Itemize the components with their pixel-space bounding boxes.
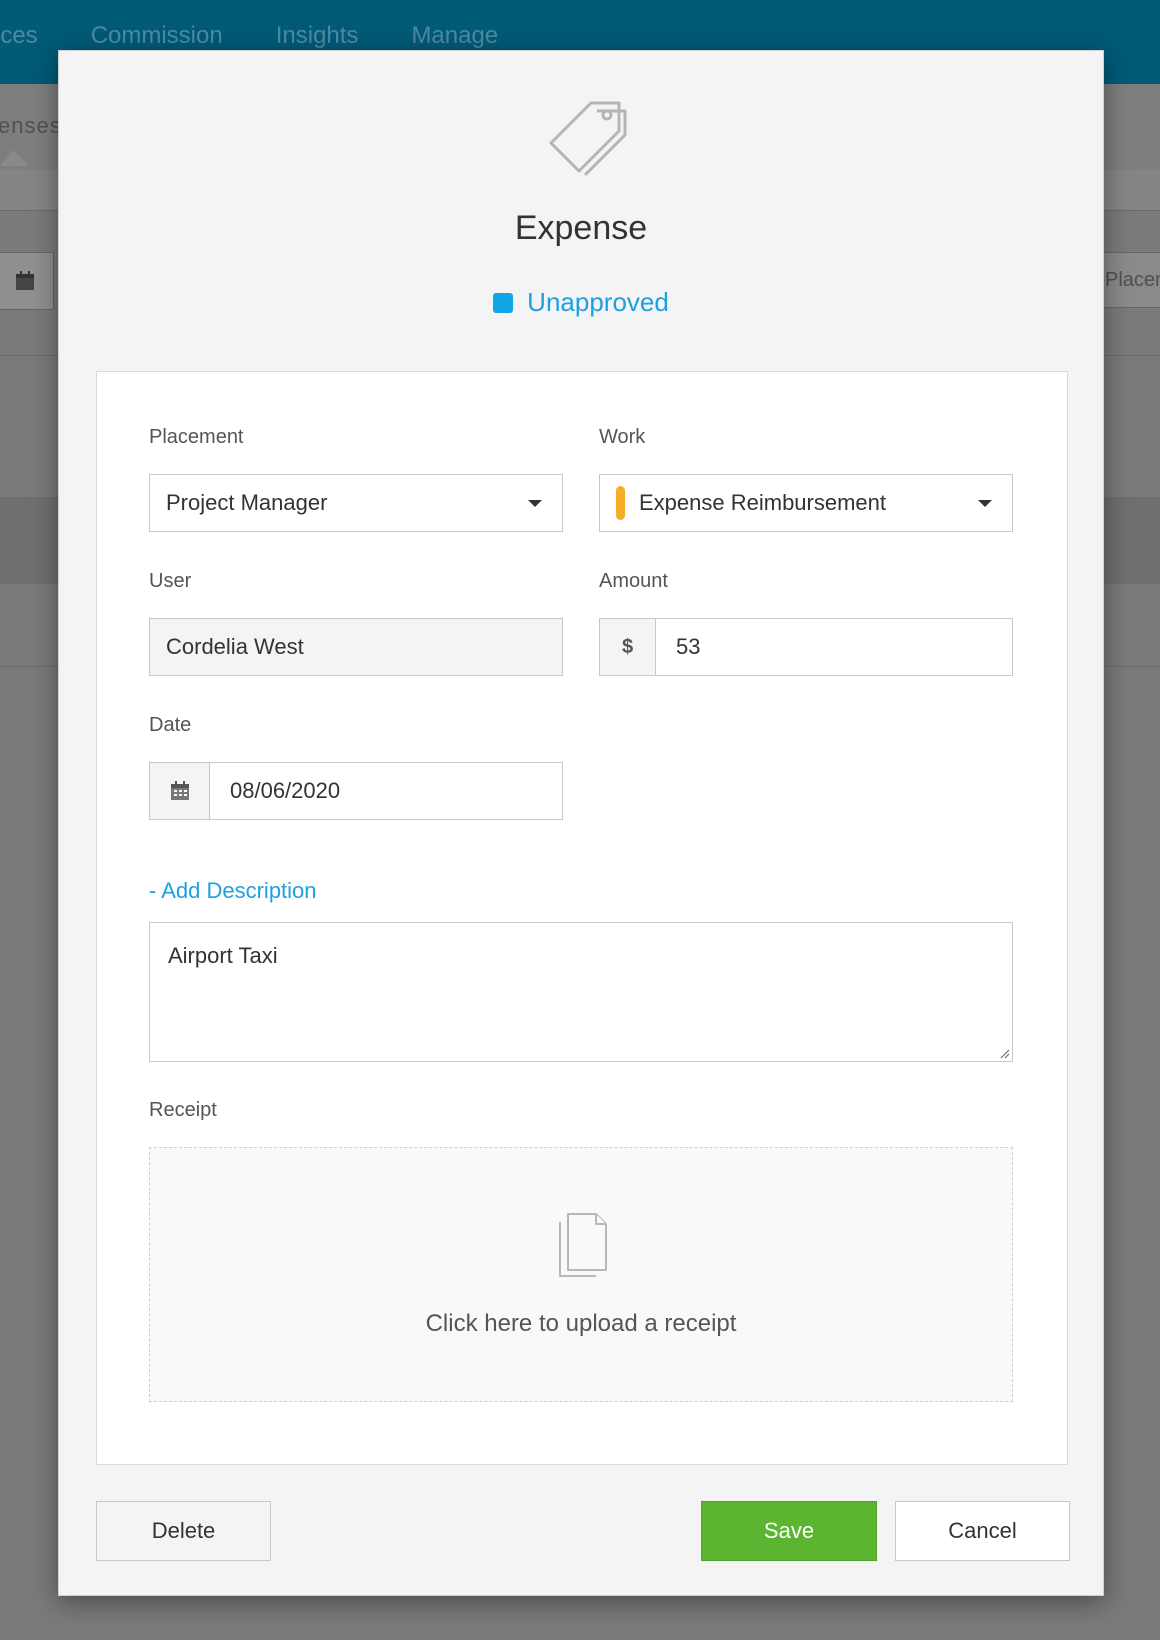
amount-label: Amount	[599, 570, 668, 592]
placement-label: Placement	[149, 426, 244, 448]
calendar-icon[interactable]	[150, 763, 210, 819]
save-button[interactable]: Save	[701, 1501, 877, 1561]
receipt-label: Receipt	[149, 1099, 217, 1121]
tag-icon	[549, 101, 627, 177]
add-description-toggle[interactable]: - Add Description	[149, 878, 317, 904]
bg-calendar-icon	[0, 252, 54, 310]
tab-pointer	[0, 150, 28, 166]
nav-item-invoices: ices	[0, 22, 38, 49]
description-textarea[interactable]: Airport Taxi	[149, 922, 1013, 1062]
date-input[interactable]: 08/06/2020	[149, 762, 563, 820]
modal-title: Expense	[514, 209, 648, 247]
nav-item-insights: Insights	[275, 22, 359, 49]
placement-select[interactable]: Project Manager	[149, 474, 563, 532]
chevron-down-icon	[978, 499, 992, 507]
status-indicator	[493, 292, 514, 313]
receipt-upload-area[interactable]: Click here to upload a receipt	[149, 1147, 1013, 1402]
expense-form: Placement Project Manager Work Expense R…	[96, 371, 1068, 1465]
bg-placement-filter: Placem	[1100, 252, 1160, 308]
work-label: Work	[599, 426, 646, 448]
status-label: Unapproved	[527, 287, 669, 317]
cancel-button[interactable]: Cancel	[895, 1501, 1070, 1561]
work-color-indicator	[616, 486, 625, 520]
sub-tab-expenses: enses	[0, 113, 62, 138]
description-value: Airport Taxi	[168, 943, 278, 968]
nav-item-commission: Commission	[90, 22, 223, 49]
user-label: User	[149, 570, 192, 592]
document-icon	[559, 1213, 607, 1277]
status-toggle[interactable]: Unapproved	[59, 287, 1103, 318]
placement-value: Project Manager	[166, 490, 328, 515]
resize-grip-icon[interactable]	[998, 1047, 1010, 1059]
date-label: Date	[149, 714, 192, 736]
work-value: Expense Reimbursement	[639, 490, 887, 515]
date-value: 08/06/2020	[230, 778, 341, 803]
user-value: Cordelia West	[166, 634, 304, 659]
user-field: Cordelia West	[149, 618, 563, 676]
chevron-down-icon	[528, 499, 542, 507]
work-select[interactable]: Expense Reimbursement	[599, 474, 1013, 532]
upload-receipt-text: Click here to upload a receipt	[425, 1310, 737, 1337]
amount-input[interactable]: $ 53	[599, 618, 1013, 676]
nav-item-manage: Manage	[411, 22, 499, 49]
expense-modal: Expense Unapproved Placement Project Man…	[58, 50, 1104, 1596]
delete-button[interactable]: Delete	[96, 1501, 271, 1561]
app-nav: ices Commission Insights Manage	[0, 22, 551, 50]
amount-value: 53	[676, 634, 701, 659]
currency-addon: $	[600, 619, 656, 675]
